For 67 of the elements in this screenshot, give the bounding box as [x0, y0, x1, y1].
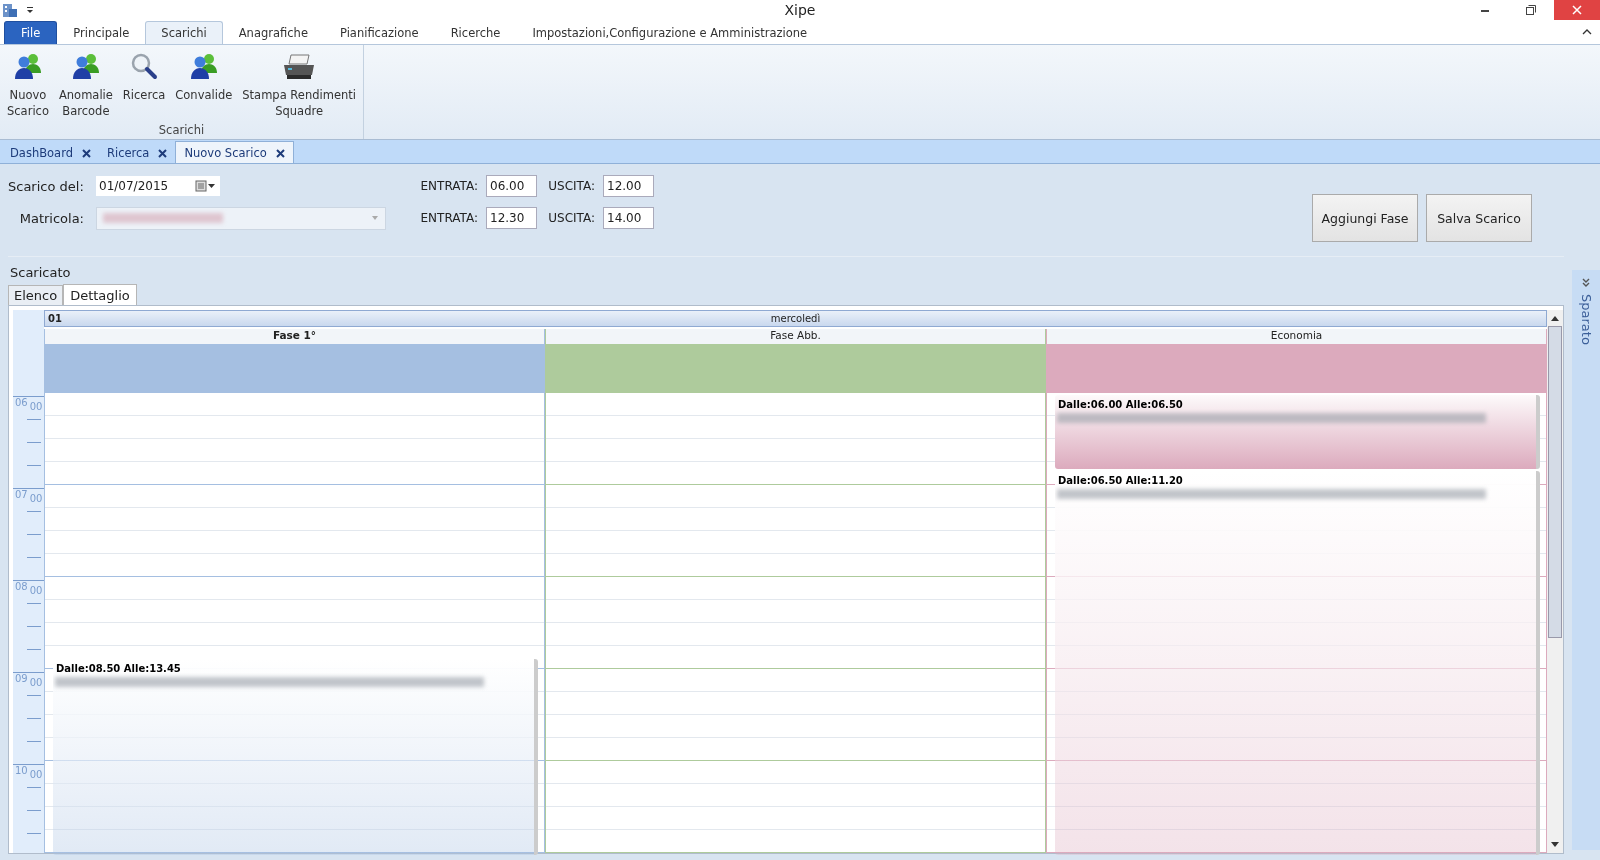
hour-label: 08 [15, 581, 28, 592]
minutes-label: 00 [29, 677, 43, 688]
hour-label: 09 [15, 673, 28, 684]
side-panel[interactable]: Sparato [1572, 270, 1600, 850]
uscita-label: USCITA: [547, 179, 595, 193]
quick-access-dropdown-icon[interactable] [26, 5, 34, 15]
action-button[interactable]: Aggiungi Fase [1312, 194, 1418, 242]
scroll-up-icon[interactable] [1550, 314, 1560, 322]
minutes-label: 00 [29, 493, 43, 504]
minutes-label: 00 [29, 585, 43, 596]
file-tab[interactable]: File [4, 21, 58, 44]
hour-label: 06 [15, 397, 28, 408]
ribbon-tab[interactable]: Impostazioni,Configurazione e Amministrazione [516, 21, 824, 44]
appointment-time: Dalle:06.50 Alle:11.20 [1057, 475, 1183, 486]
document-tab[interactable]: DashBoard [2, 142, 99, 163]
resource-header[interactable]: Economia [1047, 329, 1546, 345]
scroll-thumb[interactable] [1548, 326, 1562, 638]
hour-label: 07 [15, 489, 28, 500]
ribbon-tab[interactable]: Anagrafiche [222, 21, 324, 44]
collapse-ribbon-icon[interactable] [1582, 28, 1592, 36]
close-icon[interactable] [82, 148, 91, 158]
day-number: 01 [47, 313, 62, 324]
ribbon-tab[interactable]: Principale [57, 21, 146, 44]
action-button[interactable]: Salva Scarico [1426, 194, 1532, 242]
document-tab[interactable]: Nuovo Scarico [175, 141, 294, 163]
ribbon-tab[interactable]: Ricerche [434, 21, 517, 44]
ribbon-button[interactable]: Ricerca [119, 49, 169, 123]
appointment-card[interactable]: Dalle:08.50 Alle:13.45 [53, 659, 538, 855]
ribbon-tab[interactable]: Pianificazione [323, 21, 435, 44]
resource-header[interactable]: Fase Abb. [546, 329, 1045, 345]
window-title: Xipe [783, 2, 817, 18]
close-icon[interactable] [275, 148, 285, 158]
document-tab[interactable]: Ricerca [99, 142, 176, 163]
scroll-down-icon[interactable] [1550, 841, 1560, 849]
day-name: mercoledì [770, 313, 821, 324]
appointment-card[interactable]: Dalle:06.50 Alle:11.20 [1055, 471, 1540, 855]
minutes-label: 00 [29, 401, 43, 412]
uscita-field[interactable]: 14.00 [603, 207, 654, 229]
appointment-time: Dalle:06.00 Alle:06.50 [1057, 399, 1183, 410]
expand-icon[interactable] [1582, 278, 1590, 288]
dropdown-arrow-icon [371, 215, 379, 221]
entrata-field[interactable]: 12.30 [486, 207, 537, 229]
ribbon-button[interactable]: Anomalie Barcode [55, 49, 116, 123]
uscita-field[interactable]: 12.00 [603, 175, 654, 197]
ribbon-button[interactable]: Convalide [172, 49, 236, 123]
section-title: Scaricato [8, 256, 1564, 281]
date-field[interactable]: 01/07/2015 [96, 176, 220, 196]
view-tab[interactable]: Dettaglio [63, 284, 137, 305]
entrata-field[interactable]: 06.00 [486, 175, 537, 197]
resource-header[interactable]: Fase 1° [45, 329, 544, 345]
matricola-label: Matricola: [18, 210, 85, 226]
minutes-label: 00 [29, 769, 43, 780]
appointment-time: Dalle:08.50 Alle:13.45 [55, 663, 181, 674]
ribbon-tab[interactable]: Scarichi [145, 21, 223, 44]
calendar-dropdown-icon[interactable] [195, 180, 217, 192]
scrollbar[interactable] [1547, 310, 1563, 853]
ribbon-group-label: Scarichi [157, 123, 206, 137]
uscita-label: USCITA: [547, 211, 595, 225]
hour-label: 10 [15, 765, 28, 776]
close-icon[interactable] [158, 148, 168, 158]
ribbon-button[interactable]: Stampa Rendimenti Squadre [239, 49, 359, 123]
entrata-label: ENTRATA: [419, 211, 478, 225]
view-tab[interactable]: Elenco [8, 285, 64, 305]
entrata-label: ENTRATA: [419, 179, 478, 193]
appointment-card[interactable]: Dalle:06.00 Alle:06.50 [1055, 395, 1540, 469]
date-label: Scarico del: [8, 178, 85, 194]
ribbon-button[interactable]: Nuovo Scarico [4, 49, 52, 123]
